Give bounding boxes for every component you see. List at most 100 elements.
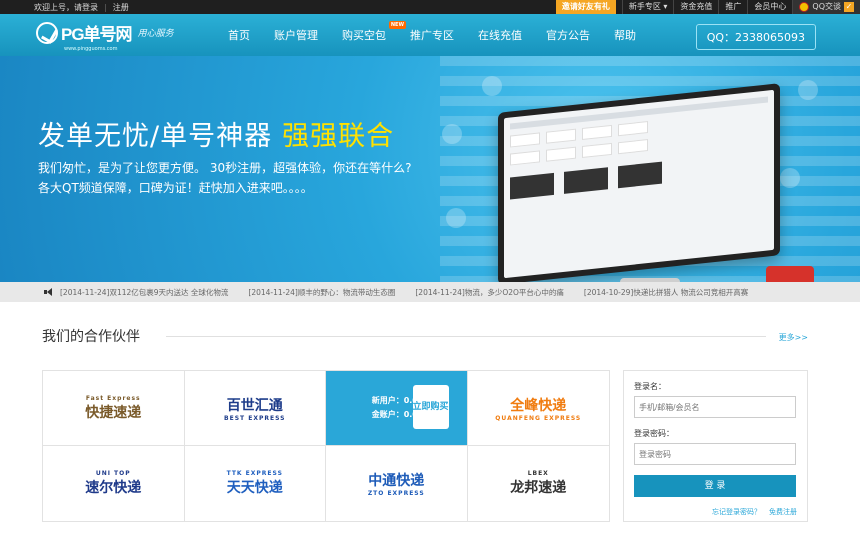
banner-title: 发单无忧/单号神器 强强联合 — [38, 114, 394, 153]
banner-desc-line2: 各大QT频道保障，口碑为证！赶快加入进来吧。。。。 — [38, 181, 313, 195]
partner-logo: Fast Express 快捷速递 — [85, 395, 141, 422]
hero-banner[interactable]: 发单无忧/单号神器 强强联合 我们匆忙，是为了让您更方便。 30秒注册，超强体验，… — [0, 56, 860, 282]
partner-quanfeng[interactable]: 全峰快递 QUANFENG EXPRESS — [467, 371, 609, 446]
user-bubble-icon — [482, 76, 502, 96]
partner-logo: TTK EXPRESS 天天快递 — [227, 470, 283, 497]
nav-home[interactable]: 首页 — [228, 27, 250, 43]
partner-logo: 百世汇通 BEST EXPRESS — [224, 395, 285, 422]
screen-cell — [582, 142, 612, 158]
screen-cell — [618, 139, 648, 155]
login-button[interactable]: 登 录 — [634, 475, 796, 497]
partner-logo-cn: 快捷速递 — [85, 404, 142, 421]
username-label: 登录名： — [634, 382, 666, 391]
partners-title: 我们的合作伙伴 — [42, 329, 140, 345]
screen-cell — [510, 132, 540, 148]
topbar-newbie-label: 新手专区 — [628, 2, 661, 11]
partner-unitop[interactable]: UNI TOP 速尔快递 — [43, 446, 185, 521]
screen-thumb — [564, 167, 608, 194]
new-badge: NEW — [388, 21, 406, 29]
header: PG单号网 用心服务 www.pingguoms.com 首页 账户管理 购买空… — [0, 14, 860, 56]
chevron-down-icon: ▾ — [663, 2, 668, 11]
news-ticker: [2014-11-24]双112亿包裹9天内送达 全球化物流 [2014-11-… — [0, 282, 860, 302]
user-bubble-icon — [442, 124, 462, 144]
topbar-member-center[interactable]: 会员中心 — [747, 0, 792, 14]
screen-thumb — [510, 172, 554, 200]
partners-more-link[interactable]: 更多>> — [779, 332, 808, 343]
forgot-password-link[interactable]: 忘记登录密码？ — [712, 508, 761, 516]
screen-cell — [510, 150, 540, 166]
partner-logo-cn: 速尔快递 — [85, 480, 142, 496]
partner-best-express[interactable]: 百世汇通 BEST EXPRESS — [184, 371, 326, 446]
monitor-illustration — [498, 83, 780, 282]
banner-description: 我们匆忙，是为了让您更方便。 30秒注册，超强体验，你还在等什么? 各大QT频道… — [38, 158, 411, 198]
check-icon: ✓ — [844, 2, 854, 12]
qq-contact-box[interactable]: QQ：2338065093 — [695, 24, 816, 50]
logo-icon — [36, 21, 58, 44]
promo-cell: 新用户：0.0元/单 金账户：0.0元/单 立即购买 — [326, 371, 468, 446]
nav-account[interactable]: 账户管理 — [274, 27, 318, 43]
news-item[interactable]: [2014-11-24]双112亿包裹9天内送达 全球化物流 — [60, 287, 228, 298]
partner-logo-en: LBEX — [527, 470, 549, 477]
free-register-link[interactable]: 免费注册 — [769, 508, 797, 516]
partner-logo-en: QUANFENG EXPRESS — [495, 414, 582, 422]
news-item[interactable]: [2014-11-24]物流，多少O2O平台心中的痛 — [415, 287, 564, 298]
buy-now-button[interactable]: 立即购买 — [412, 385, 449, 429]
monitor-stand — [620, 278, 680, 282]
logo-slogan: 用心服务 — [137, 29, 174, 39]
red-mug-decoration — [766, 266, 814, 282]
nav-buy-empty-package[interactable]: 购买空包 NEW — [342, 21, 406, 43]
username-input[interactable] — [634, 396, 796, 418]
password-input[interactable] — [634, 443, 796, 465]
welcome-link[interactable]: 欢迎上号，请登录 — [34, 3, 98, 12]
topbar-promote[interactable]: 推广 — [718, 0, 747, 14]
partner-logo-en: ZTO EXPRESS — [367, 490, 425, 497]
banner-desc-line1: 我们匆忙，是为了让您更方便。 30秒注册，超强体验，你还在等什么? — [38, 161, 412, 175]
chat-bubble-icon — [780, 168, 800, 188]
partner-logo-grid: Fast Express 快捷速递 百世汇通 BEST EXPRESS 新用户：0.… — [42, 370, 610, 522]
partner-logo-cn: 中通快递 — [368, 473, 425, 489]
partner-logo-en: Fast Express — [85, 394, 141, 402]
topbar-recharge[interactable]: 资金充值 — [673, 0, 718, 14]
partner-logo-cn: 龙邦速递 — [510, 480, 567, 496]
invite-friends-badge[interactable]: 邀请好友有礼 — [555, 0, 616, 14]
main-nav: 首页 账户管理 购买空包 NEW 推广专区 在线充值 官方公告 帮助 — [216, 21, 648, 43]
topbar-newbie[interactable]: 新手专区 ▾ — [621, 0, 674, 14]
banner-title-highlight: 强强联合 — [282, 121, 395, 152]
qq-chat-label: QQ交谈 — [812, 2, 841, 11]
logo-text: PG单号网 — [61, 25, 133, 44]
register-link[interactable]: 注册 — [113, 3, 129, 12]
screen-cell — [618, 121, 648, 137]
partner-logo: UNI TOP 速尔快递 — [85, 470, 141, 497]
topbar-separator: | — [104, 2, 107, 12]
nav-announcement[interactable]: 官方公告 — [546, 27, 590, 43]
logo-url: www.pingguoms.com — [64, 46, 118, 52]
screen-cell — [546, 128, 576, 144]
speaker-icon — [44, 288, 54, 296]
login-panel: 登录名： 登录密码： 登 录 忘记登录密码？ 免费注册 — [623, 370, 808, 522]
partner-logo: 全峰快递 QUANFENG EXPRESS — [495, 395, 581, 422]
partner-logo-en: UNI TOP — [95, 470, 131, 477]
monitor-screen — [504, 89, 774, 279]
nav-help[interactable]: 帮助 — [614, 27, 636, 43]
partner-zto[interactable]: 中通快递 ZTO EXPRESS — [326, 446, 468, 521]
top-bar: 欢迎上号，请登录 | 注册 邀请好友有礼 新手专区 ▾ 资金充值 推广 会员中心 Q… — [0, 0, 860, 14]
monitor-bubble-icon — [446, 208, 466, 228]
nav-buy-label: 购买空包 — [342, 29, 386, 42]
partner-lbex[interactable]: LBEX 龙邦速递 — [468, 446, 610, 521]
screen-cell — [546, 146, 576, 162]
banner-title-main: 发单无忧/单号神器 — [38, 121, 273, 152]
qq-icon — [799, 2, 810, 12]
nav-recharge[interactable]: 在线充值 — [478, 27, 522, 43]
site-logo[interactable]: PG单号网 用心服务 www.pingguoms.com — [36, 20, 174, 52]
partner-logo-cn: 天天快递 — [226, 480, 283, 496]
partner-logo-en: BEST EXPRESS — [224, 414, 286, 422]
partner-logo: 中通快递 ZTO EXPRESS — [368, 470, 425, 497]
partner-fast-express[interactable]: Fast Express 快捷速递 — [43, 371, 185, 446]
nav-promotion[interactable]: 推广专区 — [410, 27, 454, 43]
qq-chat-button[interactable]: QQ交谈 ✓ — [792, 0, 860, 14]
section-divider — [166, 336, 766, 337]
news-item[interactable]: [2014-10-29]快递比拼猎人 物流公司竞相开高赛 — [584, 287, 748, 298]
news-item[interactable]: [2014-11-24]顺丰的野心：物流带动生态圈 — [248, 287, 395, 298]
partner-ttk[interactable]: TTK EXPRESS 天天快递 — [185, 446, 326, 521]
partner-logo-cn: 全峰快递 — [510, 397, 567, 414]
